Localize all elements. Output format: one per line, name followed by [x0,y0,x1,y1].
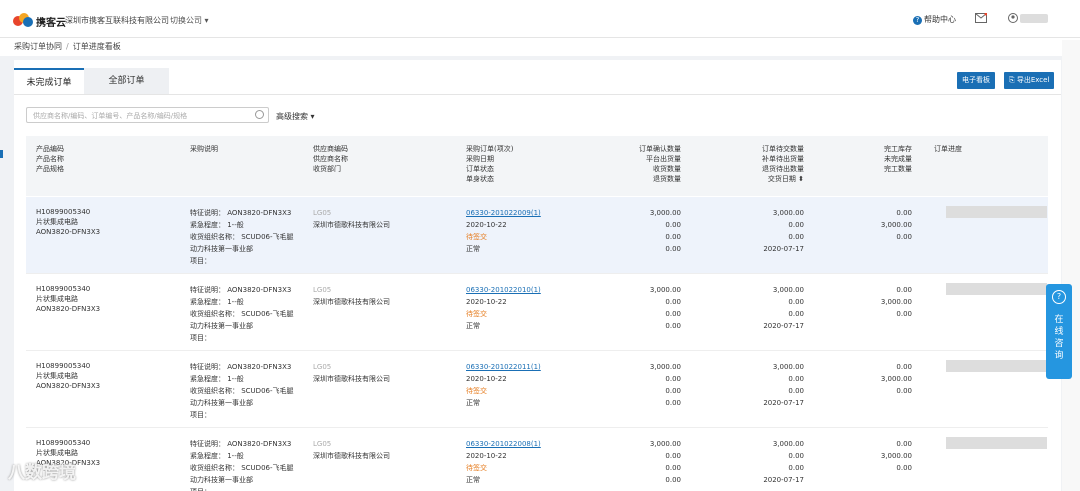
order-link[interactable]: 06330-201022011(1) [466,361,541,373]
search-input[interactable]: 供应商名称/编码、订单编号、产品名称/编码/规格 [26,107,269,123]
table-row[interactable]: H10899005340 片状集成电路 AON3820-DFN3X3 特征说明： A… [26,351,1048,427]
help-icon: ? [913,16,922,25]
confirm-qty: 3,000.00 0.00 0.00 0.00 [649,209,681,253]
progress-bar [946,437,1047,449]
stock-qty: 0.00 3,000.00 0.00 [880,209,912,241]
order-status: 待签交 [466,233,487,241]
confirm-qty: 3,000.00 0.00 0.00 0.00 [649,286,681,330]
main-content: 未完成订单 全部订单 电子看板 ⎘ 导出Excel 供应商名称/编码、订单编号、… [14,60,1061,491]
user-name-blurred[interactable] [1020,14,1048,23]
breadcrumb-item-procurement[interactable]: 采购订单协同 [14,42,62,51]
header-pending-qty[interactable]: 订单待交数量 补单待出货量 退货待出数量 交货日期 ⬍ [736,144,804,184]
user-avatar-icon[interactable] [1008,13,1018,23]
order-status: 待签交 [466,387,487,395]
question-icon: ? [1052,290,1066,304]
pending-qty: 3,000.00 0.00 0.00 2020-07-17 [763,209,804,253]
table-header: 产品编码 产品名称 产品规格 采购说明 供应商编码 供应商名称 收货部门 采购订单(项次… [26,136,1048,196]
message-icon[interactable] [975,13,987,23]
top-bar: 携客云 深圳市携客互联科技有限公司 切换公司 ▾ ? 帮助中心 [0,0,1080,38]
header-order: 采购订单(项次) 采购日期 订单状态 单身状态 [466,145,514,183]
stock-qty: 0.00 3,000.00 0.00 [880,363,912,395]
help-center-link[interactable]: ? 帮助中心 [913,14,956,25]
pending-qty: 3,000.00 0.00 0.00 2020-07-17 [763,286,804,330]
watermark: 八数跨境 [8,463,76,483]
breadcrumb: 采购订单协同 / 订单进度看板 [0,38,1080,56]
order-link[interactable]: 06330-201022009(1) [466,207,541,219]
product-info: H10899005340 片状集成电路 AON3820-DFN3X3 [36,208,101,236]
header-desc: 采购说明 [190,145,218,153]
supplier-info: LG05 深圳市德歌科技有限公司 [313,286,390,306]
purchase-desc: 特征说明： AON3820-DFN3X3 紧急程度： 1--般 收货组织名称： SC… [190,440,294,491]
logo-text: 携客云 [36,18,66,29]
supplier-info: LG05 深圳市德歌科技有限公司 [313,363,390,383]
confirm-qty: 3,000.00 0.00 0.00 0.00 [649,363,681,407]
order-info: 06330-201022010(1) 2020-10-22 待签交 正常 [466,284,541,330]
online-consult-label: 在线咨询 [1054,315,1064,361]
table-row[interactable]: H10899005340 片状集成电路 AON3820-DFN3X3 特征说明： A… [26,274,1048,350]
switch-company-button[interactable]: 切换公司 ▾ [170,15,209,26]
header-confirm-qty: 订单确认数量 平台出货量 收货数量 退货数量 [639,145,681,183]
progress-bar [946,206,1047,218]
breadcrumb-item-current: 订单进度看板 [72,42,121,51]
search-placeholder: 供应商名称/编码、订单编号、产品名称/编码/规格 [33,112,188,120]
help-label: 帮助中心 [924,15,956,24]
order-status: 待签交 [466,464,487,472]
search-icon[interactable] [255,110,264,119]
stock-qty: 0.00 3,000.00 0.00 [880,440,912,472]
table-row[interactable]: H10899005340 片状集成电路 AON3820-DFN3X3 特征说明： A… [26,197,1048,273]
table-row[interactable]: H10899005340 片状集成电路 AON3820-DFN3X3 特征说明： A… [26,428,1048,491]
order-info: 06330-201022008(1) 2020-10-22 待签交 正常 [466,438,541,484]
tab-all-orders[interactable]: 全部订单 [84,68,169,94]
online-consult-button[interactable]: ? 在线咨询 [1046,284,1072,379]
purchase-desc: 特征说明： AON3820-DFN3X3 紧急程度： 1--般 收货组织名称： SC… [190,286,294,342]
order-info: 06330-201022009(1) 2020-10-22 待签交 正常 [466,207,541,253]
logo-icon [13,13,33,27]
progress-bar [946,283,1047,295]
order-info: 06330-201022011(1) 2020-10-22 待签交 正常 [466,361,541,407]
order-link[interactable]: 06330-201022008(1) [466,438,541,450]
pending-qty: 3,000.00 0.00 0.00 2020-07-17 [763,363,804,407]
scrollbar[interactable] [1062,40,1080,491]
purchase-desc: 特征说明： AON3820-DFN3X3 紧急程度： 1--般 收货组织名称： SC… [190,363,294,419]
purchase-desc: 特征说明： AON3820-DFN3X3 紧急程度： 1--般 收货组织名称： SC… [190,209,294,265]
confirm-qty: 3,000.00 0.00 0.00 0.00 [649,440,681,484]
supplier-info: LG05 深圳市德歌科技有限公司 [313,440,390,460]
header-supplier: 供应商编码 供应商名称 收货部门 [313,145,348,173]
header-product: 产品编码 产品名称 产品规格 [36,145,64,173]
pending-qty: 3,000.00 0.00 0.00 2020-07-17 [763,440,804,484]
advanced-search-button[interactable]: 高级搜索 ▾ [276,111,315,122]
header-progress: 订单进度 [934,145,962,153]
product-info: H10899005340 片状集成电路 AON3820-DFN3X3 [36,362,101,390]
e-board-button[interactable]: 电子看板 [957,72,995,89]
company-name: 深圳市携客互联科技有限公司 [65,16,169,25]
stock-qty: 0.00 3,000.00 0.00 [880,286,912,318]
header-stock: 完工库存 未完成量 完工数量 [884,145,912,173]
tab-unfinished-orders[interactable]: 未完成订单 [14,68,84,94]
product-info: H10899005340 片状集成电路 AON3820-DFN3X3 [36,285,101,313]
export-excel-button[interactable]: ⎘ 导出Excel [1004,72,1055,89]
progress-bar [946,360,1047,372]
order-status: 待签交 [466,310,487,318]
order-link[interactable]: 06330-201022010(1) [466,284,541,296]
export-label: 导出Excel [1016,76,1050,84]
supplier-info: LG05 深圳市德歌科技有限公司 [313,209,390,229]
